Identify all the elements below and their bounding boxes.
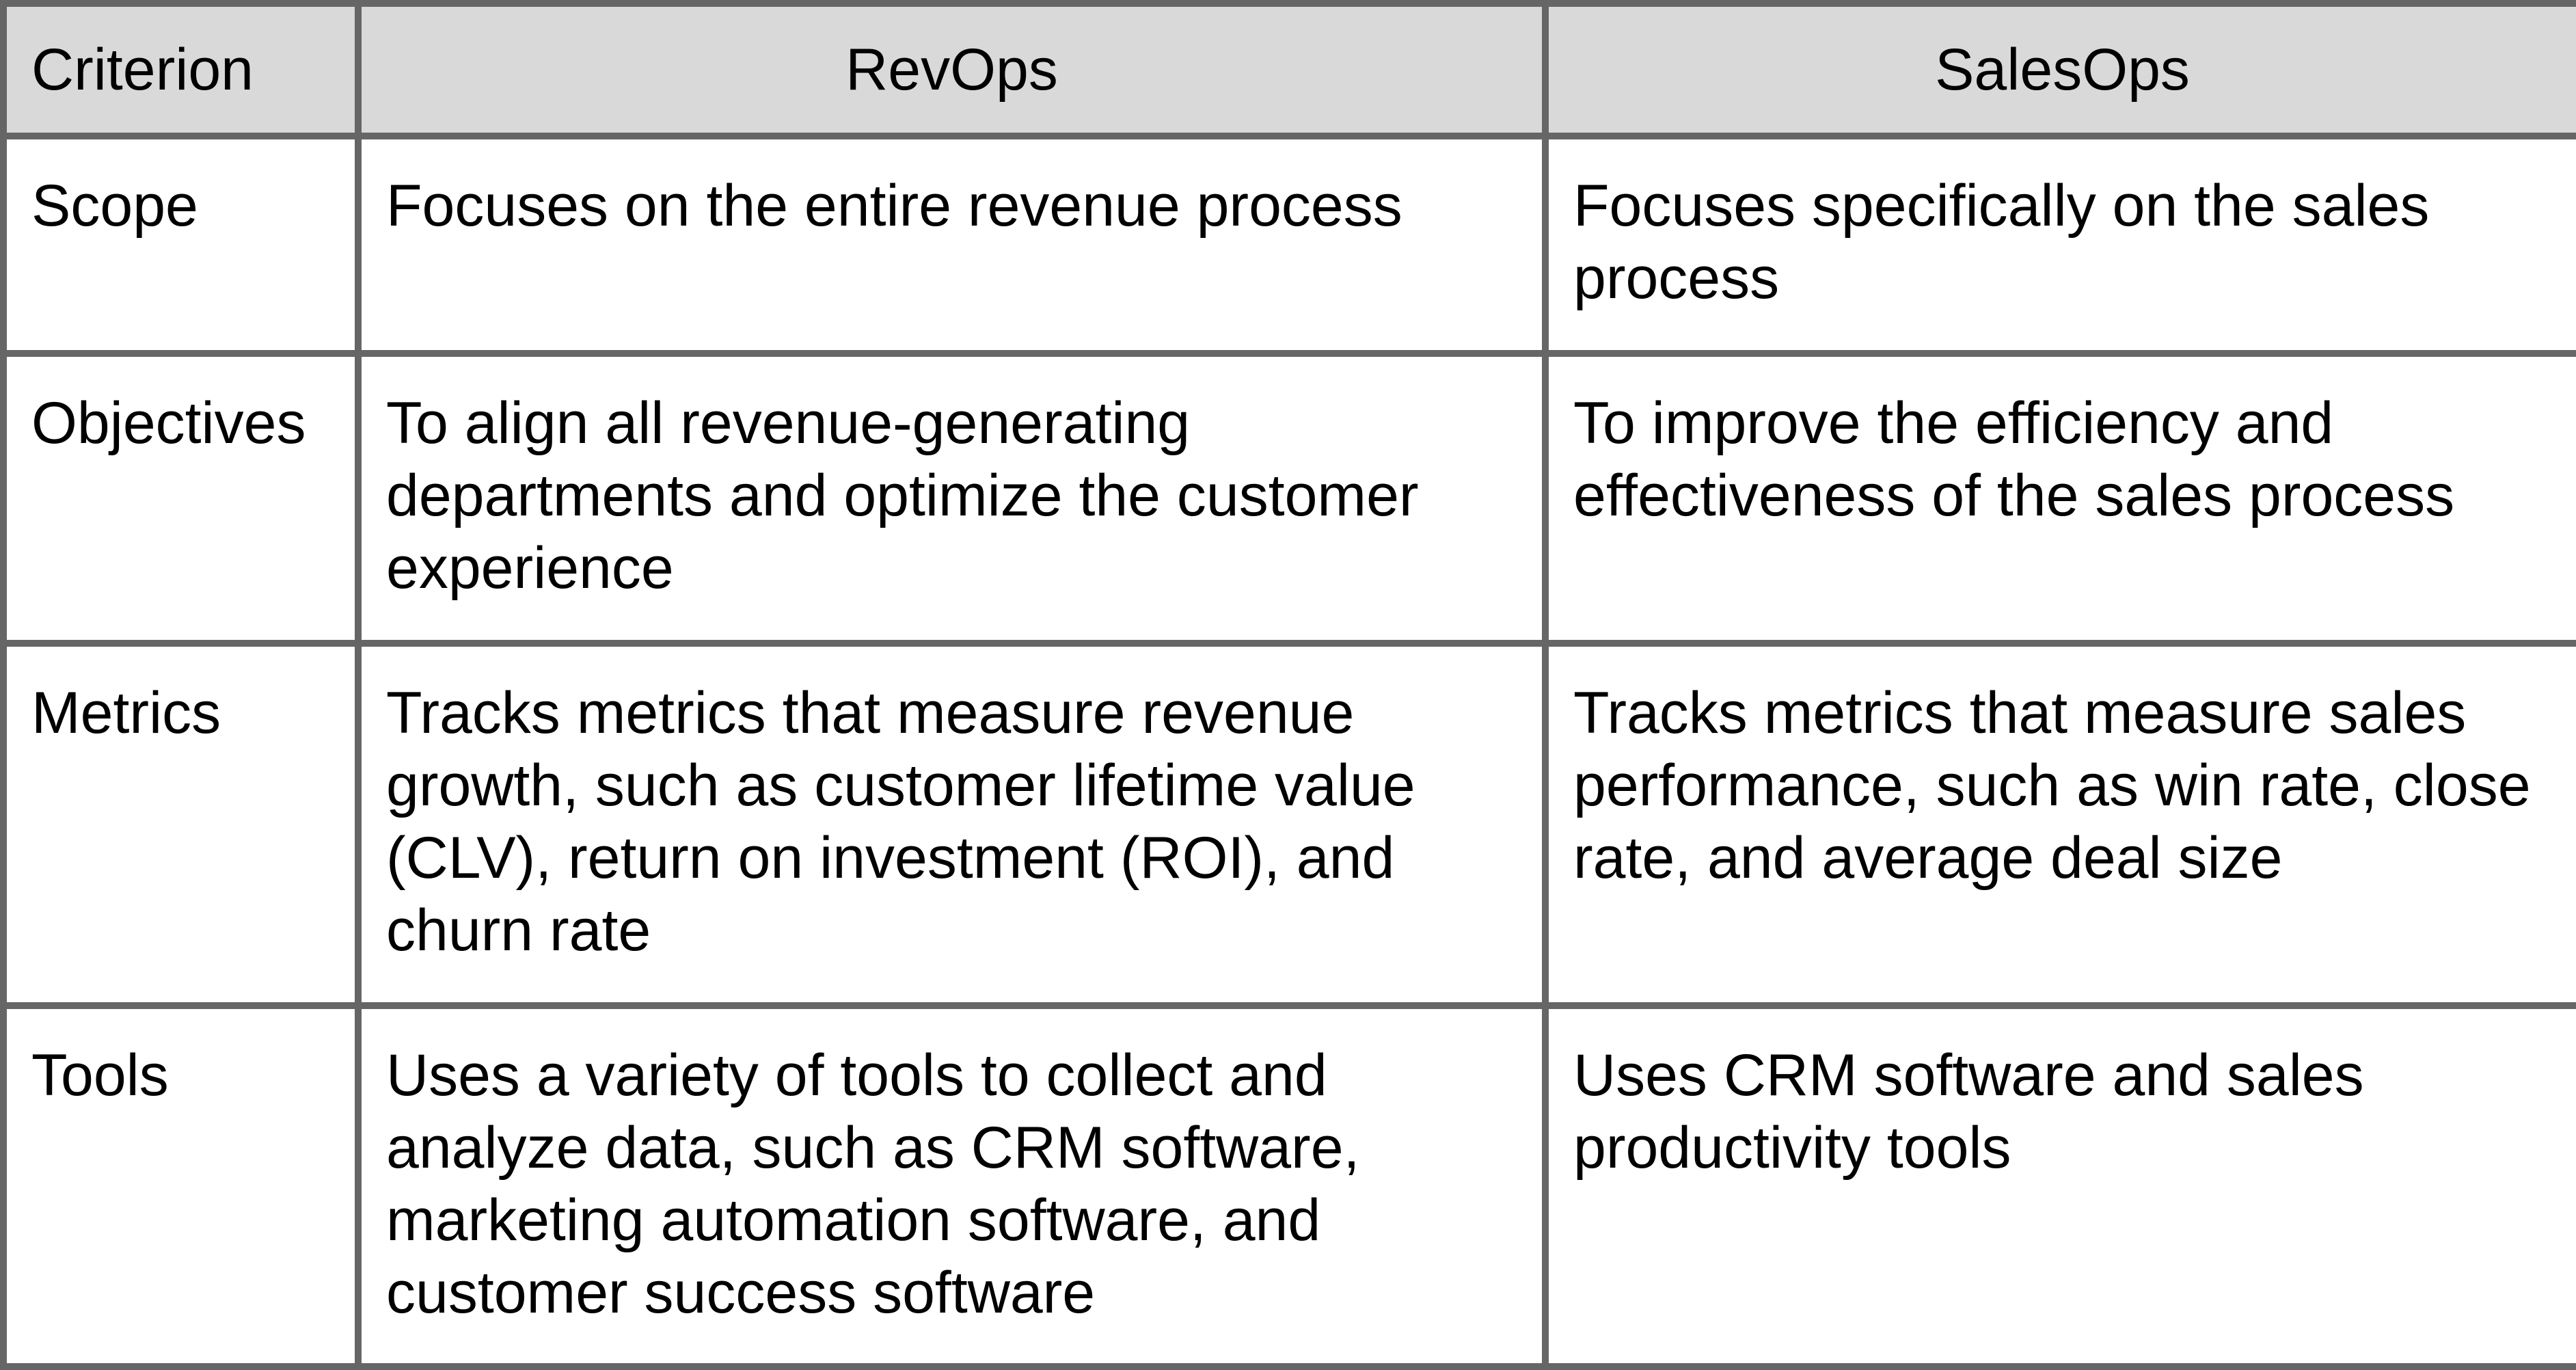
table-body: Scope Focuses on the entire revenue proc… <box>0 133 2576 1370</box>
table-row: Scope Focuses on the entire revenue proc… <box>0 133 2576 357</box>
revops-cell: Uses a variety of tools to collect and a… <box>355 1002 1549 1370</box>
criterion-cell: Scope <box>0 133 362 357</box>
table-row: Metrics Tracks metrics that measure reve… <box>0 640 2576 1009</box>
header-salesops: SalesOps <box>1542 0 2576 139</box>
salesops-cell: To improve the efficiency and effectiven… <box>1542 350 2576 647</box>
header-revops: RevOps <box>355 0 1549 139</box>
header-row: Criterion RevOps SalesOps <box>0 0 2576 139</box>
revops-cell: To align all revenue-generating departme… <box>355 350 1549 647</box>
salesops-cell: Focuses specifically on the sales proces… <box>1542 133 2576 357</box>
table-row: Tools Uses a variety of tools to collect… <box>0 1002 2576 1370</box>
comparison-table: Criterion RevOps SalesOps Scope Focuses … <box>0 0 2576 1370</box>
revops-cell: Tracks metrics that measure revenue grow… <box>355 640 1549 1009</box>
criterion-cell: Tools <box>0 1002 362 1370</box>
table-row: Objectives To align all revenue-generati… <box>0 350 2576 647</box>
criterion-cell: Objectives <box>0 350 362 647</box>
table-header: Criterion RevOps SalesOps <box>0 0 2576 139</box>
revops-cell: Focuses on the entire revenue process <box>355 133 1549 357</box>
criterion-cell: Metrics <box>0 640 362 1009</box>
header-criterion: Criterion <box>0 0 362 139</box>
salesops-cell: Tracks metrics that measure sales perfor… <box>1542 640 2576 1009</box>
salesops-cell: Uses CRM software and sales productivity… <box>1542 1002 2576 1370</box>
